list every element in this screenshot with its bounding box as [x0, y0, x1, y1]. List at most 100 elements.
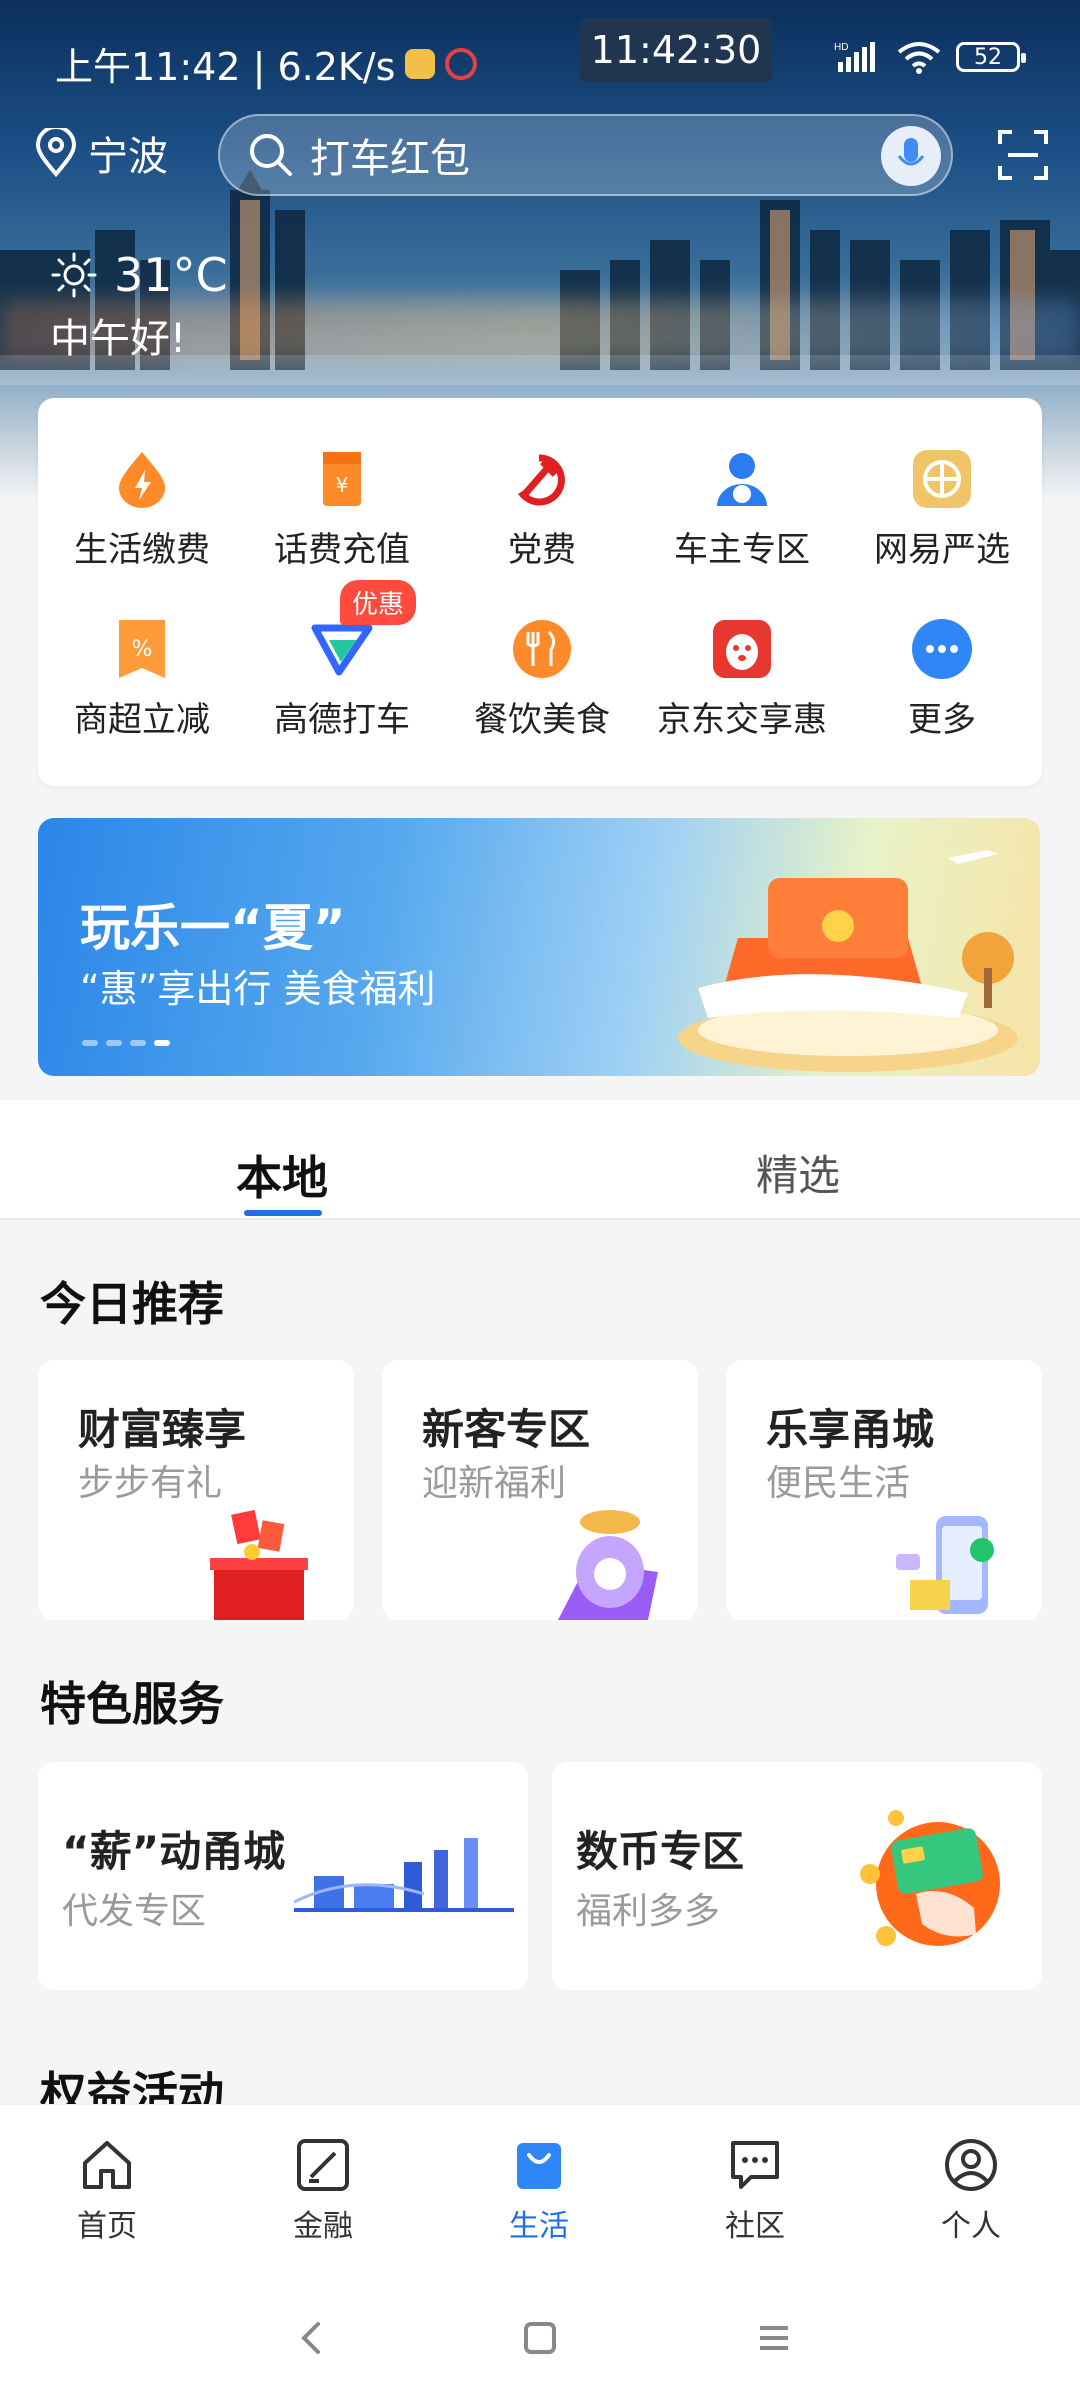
special-section-title: 特色服务	[40, 1677, 224, 1731]
pagination-dot	[106, 1040, 122, 1046]
floating-clock: 11:42:30	[580, 18, 772, 82]
svg-text:HD: HD	[834, 42, 848, 53]
discount-badge: 优惠	[340, 580, 417, 625]
notification-bank-icon	[445, 47, 478, 80]
nav-finance[interactable]: 金融	[248, 2135, 398, 2245]
pagination-dot	[130, 1040, 146, 1046]
weather-widget: 31°C 中午好!	[50, 248, 228, 364]
greeting: 中午好!	[50, 316, 187, 362]
microphone-icon	[897, 138, 925, 166]
today-card-ningbo-life[interactable]: 乐享甬城 便民生活	[726, 1360, 1042, 1620]
special-card-salary[interactable]: “薪”动甬城 代发专区	[38, 1762, 528, 1990]
today-card-new-customer[interactable]: 新客专区 迎新福利	[382, 1360, 698, 1620]
service-label: 餐饮美食	[474, 700, 610, 740]
nav-label: 首页	[77, 2209, 137, 2244]
nav-personal[interactable]: 个人	[896, 2135, 1046, 2245]
nav-life[interactable]: 生活	[464, 2135, 614, 2245]
lightning-drop-icon	[111, 448, 173, 510]
status-right: HD 52	[834, 40, 1026, 74]
svg-text:%: %	[132, 637, 153, 662]
signal-icon: HD	[834, 42, 875, 72]
yuan-card-icon: ¥	[311, 448, 373, 510]
service-jd[interactable]: 京东交享惠	[642, 618, 842, 741]
service-label: 网易严选	[874, 530, 1010, 570]
location-selector[interactable]: 宁波	[34, 124, 168, 182]
digital-wallet-illustration	[860, 1810, 1000, 1946]
tab-featured[interactable]: 精选	[756, 1142, 840, 1203]
temperature-row: 31°C	[50, 248, 228, 302]
person-icon	[941, 2135, 1001, 2195]
nav-label: 个人	[941, 2209, 1001, 2244]
nav-label: 金融	[293, 2209, 353, 2244]
card-subtitle: 便民生活	[766, 1463, 911, 1504]
tab-indicator	[244, 1210, 322, 1216]
finance-icon	[293, 2135, 353, 2195]
pagination-dot-active	[154, 1040, 170, 1046]
banner-illustration	[678, 850, 1018, 1072]
search-bar[interactable]: 打车红包	[218, 114, 953, 196]
banner-title: 玩乐一“夏”	[80, 899, 346, 957]
nav-label: 生活	[509, 2209, 569, 2244]
service-driver-zone[interactable]: 车主专区	[642, 448, 842, 571]
more-icon	[911, 618, 973, 680]
promo-banner[interactable]: 玩乐一“夏” “惠”享出行 美食福利	[38, 818, 1040, 1076]
temperature: 31°C	[114, 248, 228, 302]
wifi-icon	[897, 42, 941, 74]
banner-subtitle: “惠”享出行 美食福利	[80, 967, 436, 1011]
card-title: 新客专区	[422, 1405, 591, 1454]
location-pin-icon	[35, 128, 77, 178]
scan-icon[interactable]	[996, 128, 1050, 182]
nav-home[interactable]: 首页	[32, 2135, 182, 2245]
discount-ribbon-icon: %	[111, 618, 173, 680]
service-amap-taxi[interactable]: 高德打车	[242, 618, 442, 741]
tab-local[interactable]: 本地	[236, 1142, 328, 1208]
service-label: 话费充值	[274, 530, 410, 570]
voice-search-button[interactable]	[881, 126, 941, 186]
amap-taxi-icon	[311, 618, 373, 680]
service-label: 高德打车	[274, 700, 410, 740]
svg-text:¥: ¥	[336, 473, 349, 497]
service-supermarket-discount[interactable]: % 商超立减	[42, 618, 242, 741]
service-netease[interactable]: 网易严选	[842, 448, 1042, 571]
party-emblem-icon	[511, 448, 573, 510]
nav-label: 社区	[725, 2209, 785, 2244]
service-more[interactable]: 更多	[842, 618, 1042, 741]
card-subtitle: 步步有礼	[78, 1463, 223, 1504]
service-party-fee[interactable]: 党费	[442, 448, 642, 571]
service-label: 更多	[908, 700, 976, 740]
gift-illustration	[558, 1510, 658, 1620]
service-label: 商超立减	[74, 700, 210, 740]
notification-app-icon	[405, 48, 436, 79]
battery-indicator: 52	[956, 42, 1026, 72]
shopping-bag-icon	[509, 2135, 569, 2195]
service-dining[interactable]: 餐饮美食	[442, 618, 642, 741]
card-subtitle: 代发专区	[62, 1891, 207, 1932]
home-icon	[77, 2135, 137, 2195]
service-label: 车主专区	[674, 530, 810, 570]
phone-shopping-illustration	[896, 1516, 994, 1614]
status-left: 上午11:42 | 6.2K/s	[55, 36, 478, 91]
red-envelope-box-illustration	[210, 1509, 308, 1620]
menu-icon[interactable]	[756, 2320, 792, 2356]
netease-icon	[911, 448, 973, 510]
chat-icon	[725, 2135, 785, 2195]
service-phone-recharge[interactable]: ¥ 话费充值	[242, 448, 442, 571]
home-square-icon[interactable]	[522, 2320, 558, 2356]
banner-pagination	[82, 1040, 170, 1046]
content-tabs: 本地 精选	[0, 1100, 1080, 1220]
driver-icon	[711, 448, 773, 510]
status-time-speed: 上午11:42 | 6.2K/s	[55, 45, 396, 89]
special-card-digital-currency[interactable]: 数币专区 福利多多	[552, 1762, 1042, 1990]
nav-community[interactable]: 社区	[680, 2135, 830, 2245]
today-section-title: 今日推荐	[40, 1277, 224, 1331]
top-bar: 宁波 打车红包	[0, 110, 1080, 200]
back-icon[interactable]	[296, 2320, 326, 2356]
fork-knife-icon	[511, 618, 573, 680]
card-title: 财富臻享	[78, 1405, 247, 1454]
today-card-wealth[interactable]: 财富臻享 步步有礼	[38, 1360, 354, 1620]
location-label: 宁波	[88, 134, 168, 180]
card-title: “薪”动甬城	[62, 1827, 286, 1876]
service-life-payment[interactable]: 生活缴费	[42, 448, 242, 571]
search-placeholder: 打车红包	[310, 136, 470, 182]
search-icon	[250, 134, 292, 176]
